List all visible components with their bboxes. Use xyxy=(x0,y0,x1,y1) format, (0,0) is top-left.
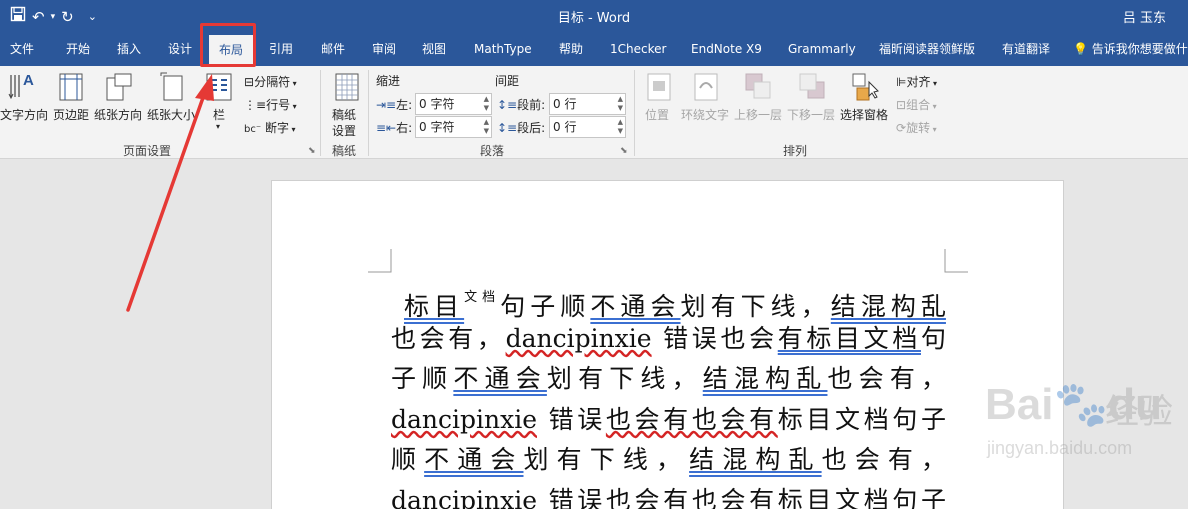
text-line: 顺不通会划有下线，结混构乱也会有， xyxy=(391,445,946,474)
tab-home[interactable]: 开始 xyxy=(56,32,100,66)
breaks-button[interactable]: ⊟分隔符 ▾ xyxy=(244,73,297,90)
hyphenation-icon: bc⁻ xyxy=(244,124,262,135)
window-title: 目标 - Word xyxy=(557,11,631,26)
breaks-icon: ⊟ xyxy=(244,75,255,89)
tab-references[interactable]: 引用 xyxy=(259,32,303,66)
tab-insert[interactable]: 插入 xyxy=(107,32,151,66)
text-direction-button[interactable]: 文字方向 xyxy=(0,106,48,123)
spinner-arrows-icon[interactable]: ▲ ▼ xyxy=(484,95,489,113)
text-line: 子顺不通会划有下线，结混构乱也会有， xyxy=(391,364,946,393)
bring-forward-button[interactable]: 上移一层 xyxy=(734,106,782,123)
selection-pane-icon xyxy=(852,73,879,101)
indent-right-input[interactable]: 0 字符 ▲ ▼ xyxy=(415,116,492,138)
ribbon-tabs: 文件 开始 插入 设计 布局 引用 邮件 审阅 视图 MathType 帮助 1… xyxy=(0,32,1188,66)
position-button[interactable]: 位置 xyxy=(645,106,669,123)
manuscript-setup-button-line2[interactable]: 设置 xyxy=(332,122,356,139)
spacing-after-icon: ↕≡ xyxy=(497,121,518,135)
indent-left-icon: ⇥≡ xyxy=(376,98,397,112)
orientation-button[interactable]: 纸张方向 xyxy=(94,106,142,123)
manuscript-icon xyxy=(335,73,359,101)
paw-icon: 🐾 xyxy=(1053,380,1109,429)
group-button[interactable]: ⊡组合 ▾ xyxy=(896,96,937,113)
columns-icon xyxy=(206,73,232,101)
paragraph-launcher-icon[interactable]: ⬊ xyxy=(620,146,628,156)
text-line: 也会有，dancipinxie 错误也会有标目文档句 xyxy=(391,323,946,353)
user-name[interactable]: 吕 玉东 xyxy=(1123,7,1166,26)
tell-me-label: 告诉我你想要做什 xyxy=(1091,42,1188,56)
tab-grammarly[interactable]: Grammarly xyxy=(778,32,866,66)
tab-endnote[interactable]: EndNote X9 xyxy=(681,32,772,66)
group-icon: ⊡ xyxy=(896,98,907,112)
rotate-button[interactable]: ⟳旋转 ▾ xyxy=(896,119,937,136)
tab-foxit[interactable]: 福昕阅读器领鲜版 xyxy=(869,32,985,66)
wrap-text-button[interactable]: 环绕文字 xyxy=(681,106,729,123)
tab-youdao[interactable]: 有道翻译 xyxy=(992,32,1060,66)
spacing-heading: 间距 xyxy=(495,74,520,88)
indent-heading: 缩进 xyxy=(376,74,401,88)
align-icon: ⊫ xyxy=(896,75,907,89)
lightbulb-icon: 💡 xyxy=(1073,42,1088,56)
line-numbers-button[interactable]: ⋮≡行号 ▾ xyxy=(244,96,297,113)
spacing-before-input[interactable]: 0 行 ▲ ▼ xyxy=(549,93,626,115)
columns-dropdown-icon[interactable]: ▾ xyxy=(216,122,220,131)
margins-button[interactable]: 页边距 xyxy=(53,106,89,123)
align-button[interactable]: ⊫对齐 ▾ xyxy=(896,73,937,90)
tab-help[interactable]: 帮助 xyxy=(549,32,593,66)
tab-view[interactable]: 视图 xyxy=(412,32,456,66)
page-setup-launcher-icon[interactable]: ⬊ xyxy=(308,146,316,156)
ribbon-layout: A 文字方向 页边距 纸张方向 纸张大小 栏 ▾ ⊟分隔符 ▾ ⋮≡行号 ▾ b… xyxy=(0,66,1188,159)
page-setup-group-label: 页面设置 xyxy=(123,144,172,158)
tab-file[interactable]: 文件 xyxy=(0,32,44,66)
group-separator xyxy=(634,70,635,156)
spinner-arrows-icon[interactable]: ▲ ▼ xyxy=(618,118,623,136)
rotate-icon: ⟳ xyxy=(896,121,907,135)
arrange-group-label: 排列 xyxy=(783,144,808,158)
send-backward-button[interactable]: 下移一层 xyxy=(787,106,835,123)
size-button[interactable]: 纸张大小 xyxy=(147,106,195,123)
indent-right-icon: ≡⇤ xyxy=(376,121,397,135)
orientation-icon xyxy=(106,73,132,101)
tab-design[interactable]: 设计 xyxy=(158,32,202,66)
indent-left-input[interactable]: 0 字符 ▲ ▼ xyxy=(415,93,492,115)
manuscript-group-label: 稿纸 xyxy=(332,144,357,158)
text-line: dancipinxie 错误也会有也会有标目文档句子 xyxy=(391,485,946,509)
layout-tab-highlight-box xyxy=(200,23,256,67)
text-line: 标目文档句子顺不通会划有下线，结混构乱 xyxy=(404,290,946,321)
indent-right-label: ≡⇤右: xyxy=(376,121,413,135)
group-separator xyxy=(368,70,369,156)
send-backward-icon xyxy=(799,73,825,99)
size-icon xyxy=(160,72,183,101)
spacing-after-input[interactable]: 0 行 ▲ ▼ xyxy=(549,116,626,138)
margin-corner-mark xyxy=(368,249,392,273)
margin-corner-mark xyxy=(944,249,968,273)
spacing-after-label: ↕≡段后: xyxy=(497,121,546,135)
hyphenation-button[interactable]: bc⁻ 断字 ▾ xyxy=(244,119,296,136)
tab-mathtype[interactable]: MathType xyxy=(464,32,542,66)
spinner-arrows-icon[interactable]: ▲ ▼ xyxy=(618,95,623,113)
wrap-text-icon xyxy=(694,73,718,101)
svg-text:A: A xyxy=(23,72,34,89)
group-separator xyxy=(320,70,321,156)
paragraph-group-label: 段落 xyxy=(480,144,505,158)
manuscript-setup-button-line1[interactable]: 稿纸 xyxy=(332,106,356,123)
selection-pane-button[interactable]: 选择窗格 xyxy=(840,106,888,123)
spinner-arrows-icon[interactable]: ▲ ▼ xyxy=(484,118,489,136)
margins-icon xyxy=(59,73,83,101)
bring-forward-icon xyxy=(745,73,771,99)
columns-button[interactable]: 栏 xyxy=(213,106,225,123)
baidu-jingyan-watermark: Bai🐾du 经验 jingyan.baidu.com xyxy=(985,380,1173,458)
indent-left-label: ⇥≡左: xyxy=(376,98,413,112)
spacing-before-label: ↕≡段前: xyxy=(497,98,546,112)
title-bar: ↶ ▾ ↻ ⌄ 目标 - Word 吕 玉东 xyxy=(0,0,1188,32)
tab-review[interactable]: 审阅 xyxy=(362,32,406,66)
line-numbers-icon: ⋮≡ xyxy=(244,98,267,112)
position-icon xyxy=(647,73,671,101)
tab-mailings[interactable]: 邮件 xyxy=(311,32,355,66)
document-paragraph[interactable]: 标目文档句子顺不通会划有下线，结混构乱 也会有，dancipinxie 错误也会… xyxy=(391,278,946,509)
text-line: dancipinxie 错误也会有也会有标目文档句子 xyxy=(391,404,946,434)
tab-1checker[interactable]: 1Checker xyxy=(600,32,676,66)
text-direction-icon: A xyxy=(8,72,34,100)
spacing-before-icon: ↕≡ xyxy=(497,98,518,112)
tell-me-search[interactable]: 💡 告诉我你想要做什 xyxy=(1073,32,1188,66)
